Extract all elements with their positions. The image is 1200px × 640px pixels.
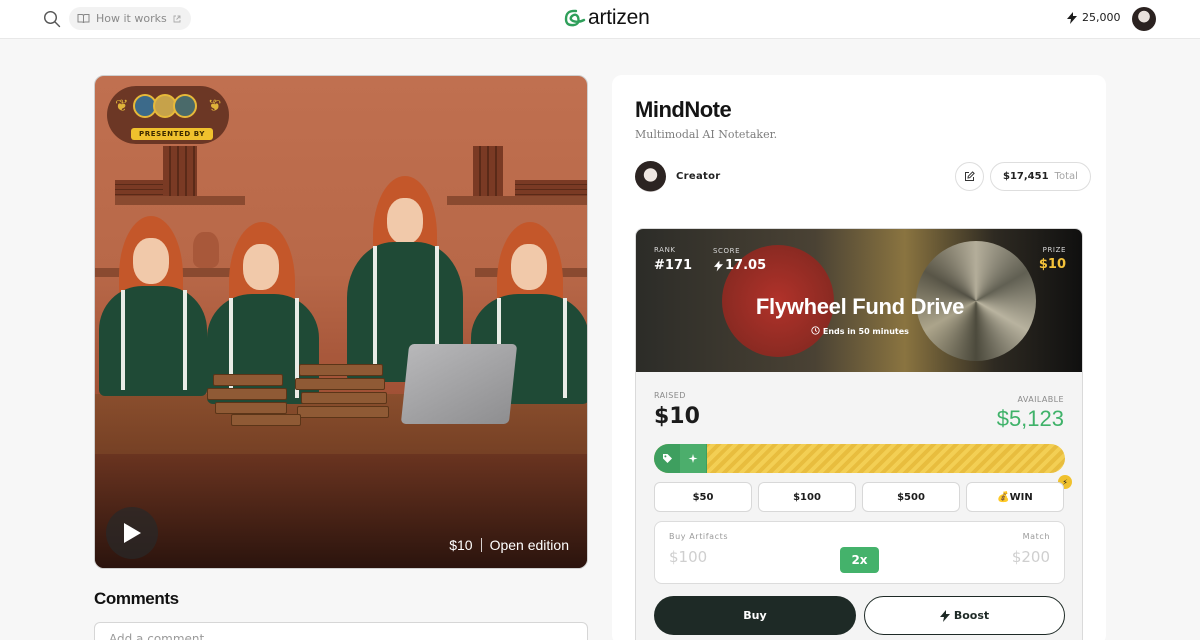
divider xyxy=(480,538,482,552)
funding-progress-bar xyxy=(654,444,1065,473)
logo-mark-icon xyxy=(564,9,586,27)
book-stack xyxy=(203,364,393,434)
available-value: $5,123 xyxy=(996,406,1064,431)
top-header: How it works artizen 25,000 xyxy=(0,0,1200,39)
match-multiplier-badge: 2x xyxy=(840,547,879,573)
boost-label: Boost xyxy=(953,609,990,622)
available-label: AVAILABLE xyxy=(1017,395,1064,404)
match-value: $200 xyxy=(1011,548,1050,566)
laurel-icon: ❦ xyxy=(115,96,129,115)
buy-button[interactable]: Buy xyxy=(654,596,856,635)
sponsor-avatars xyxy=(133,94,197,118)
project-media[interactable]: ❦ ❦ PRESENTED BY $10 Open edition xyxy=(94,75,588,569)
score-value: 17.05 xyxy=(725,258,767,273)
logo-text: artizen xyxy=(588,6,650,29)
shelf-books xyxy=(115,180,163,196)
shelf xyxy=(447,196,587,205)
points-value: 25,000 xyxy=(1082,11,1121,24)
edition-price: $10 xyxy=(449,537,473,553)
play-button[interactable] xyxy=(106,507,158,559)
shelf-books xyxy=(163,146,197,196)
amount-100-button[interactable]: $100 xyxy=(758,482,856,512)
tag-icon xyxy=(654,444,680,473)
boost-button[interactable]: Boost xyxy=(864,596,1065,635)
presented-by-badge[interactable]: ❦ ❦ PRESENTED BY xyxy=(107,86,229,144)
bolt-icon xyxy=(714,260,723,272)
fund-drive-hero: RANK #171 SCORE 17.05 PRIZE $10 Flywheel… xyxy=(636,229,1082,372)
laptop xyxy=(400,344,518,424)
buy-artifacts-value[interactable]: $100 xyxy=(669,548,707,566)
creator-name[interactable]: Creator xyxy=(676,171,720,182)
sparkle-icon xyxy=(680,444,706,473)
book-icon xyxy=(77,14,90,24)
amount-options: $50 $100 $500 💰 WIN xyxy=(654,482,1064,512)
edition-info: $10 Open edition xyxy=(449,537,569,553)
clock-icon xyxy=(811,326,820,335)
total-value: $17,451 xyxy=(1003,171,1049,182)
creator-avatar[interactable] xyxy=(635,161,666,192)
rank-value: #171 xyxy=(654,258,693,273)
fund-drive-card: RANK #171 SCORE 17.05 PRIZE $10 Flywheel… xyxy=(635,228,1083,640)
shelf-books xyxy=(515,180,587,196)
vase xyxy=(193,232,219,268)
fund-drive-title: Flywheel Fund Drive xyxy=(755,294,965,319)
shelf xyxy=(115,196,245,205)
amount-500-button[interactable]: $500 xyxy=(862,482,960,512)
external-link-icon xyxy=(173,15,181,22)
project-title: MindNote xyxy=(635,97,732,122)
match-label: Match xyxy=(1022,532,1050,541)
score-label: SCORE xyxy=(713,247,741,255)
buy-artifacts-box: Buy Artifacts $100 2x Match $200 xyxy=(654,521,1065,584)
sponsor-avatar xyxy=(173,94,197,118)
prize-label: PRIZE xyxy=(1042,246,1066,254)
raised-value: $10 xyxy=(654,404,700,429)
total-raised-button[interactable]: $17,451 Total xyxy=(990,162,1091,191)
shelf-books xyxy=(473,146,503,196)
countdown-text: Ends in 50 minutes xyxy=(822,327,909,336)
prize-value: $10 xyxy=(1038,257,1066,272)
money-bag-icon: 💰 xyxy=(997,491,1010,503)
edition-type: Open edition xyxy=(489,537,569,553)
artizen-logo[interactable]: artizen xyxy=(563,6,650,30)
total-label: Total xyxy=(1054,171,1078,182)
presented-by-label: PRESENTED BY xyxy=(131,128,214,140)
search-icon[interactable] xyxy=(43,10,61,28)
project-subtitle: Multimodal AI Notetaker. xyxy=(635,128,778,141)
comments-heading: Comments xyxy=(94,589,179,608)
edit-icon xyxy=(965,171,975,181)
bolt-icon xyxy=(1067,11,1077,24)
user-avatar[interactable] xyxy=(1132,7,1156,31)
win-label: WIN xyxy=(1009,491,1033,503)
points-balance[interactable]: 25,000 xyxy=(1067,11,1121,24)
comment-input[interactable]: Add a comment... xyxy=(94,622,588,640)
play-icon xyxy=(124,523,141,543)
edit-button[interactable] xyxy=(955,162,984,191)
rank-label: RANK xyxy=(654,246,676,254)
laurel-icon: ❦ xyxy=(207,96,221,115)
bolt-icon xyxy=(939,609,950,622)
fund-drive-countdown: Ends in 50 minutes xyxy=(636,326,1082,336)
amount-50-button[interactable]: $50 xyxy=(654,482,752,512)
buy-artifacts-label: Buy Artifacts xyxy=(669,532,729,541)
raised-label: RAISED xyxy=(654,391,686,400)
progress-fill xyxy=(654,444,707,473)
project-panel: MindNote Multimodal AI Notetaker. Creato… xyxy=(612,75,1106,640)
how-it-works-label: How it works xyxy=(96,12,167,25)
how-it-works-link[interactable]: How it works xyxy=(69,7,191,30)
win-button[interactable]: 💰 WIN xyxy=(966,482,1064,512)
